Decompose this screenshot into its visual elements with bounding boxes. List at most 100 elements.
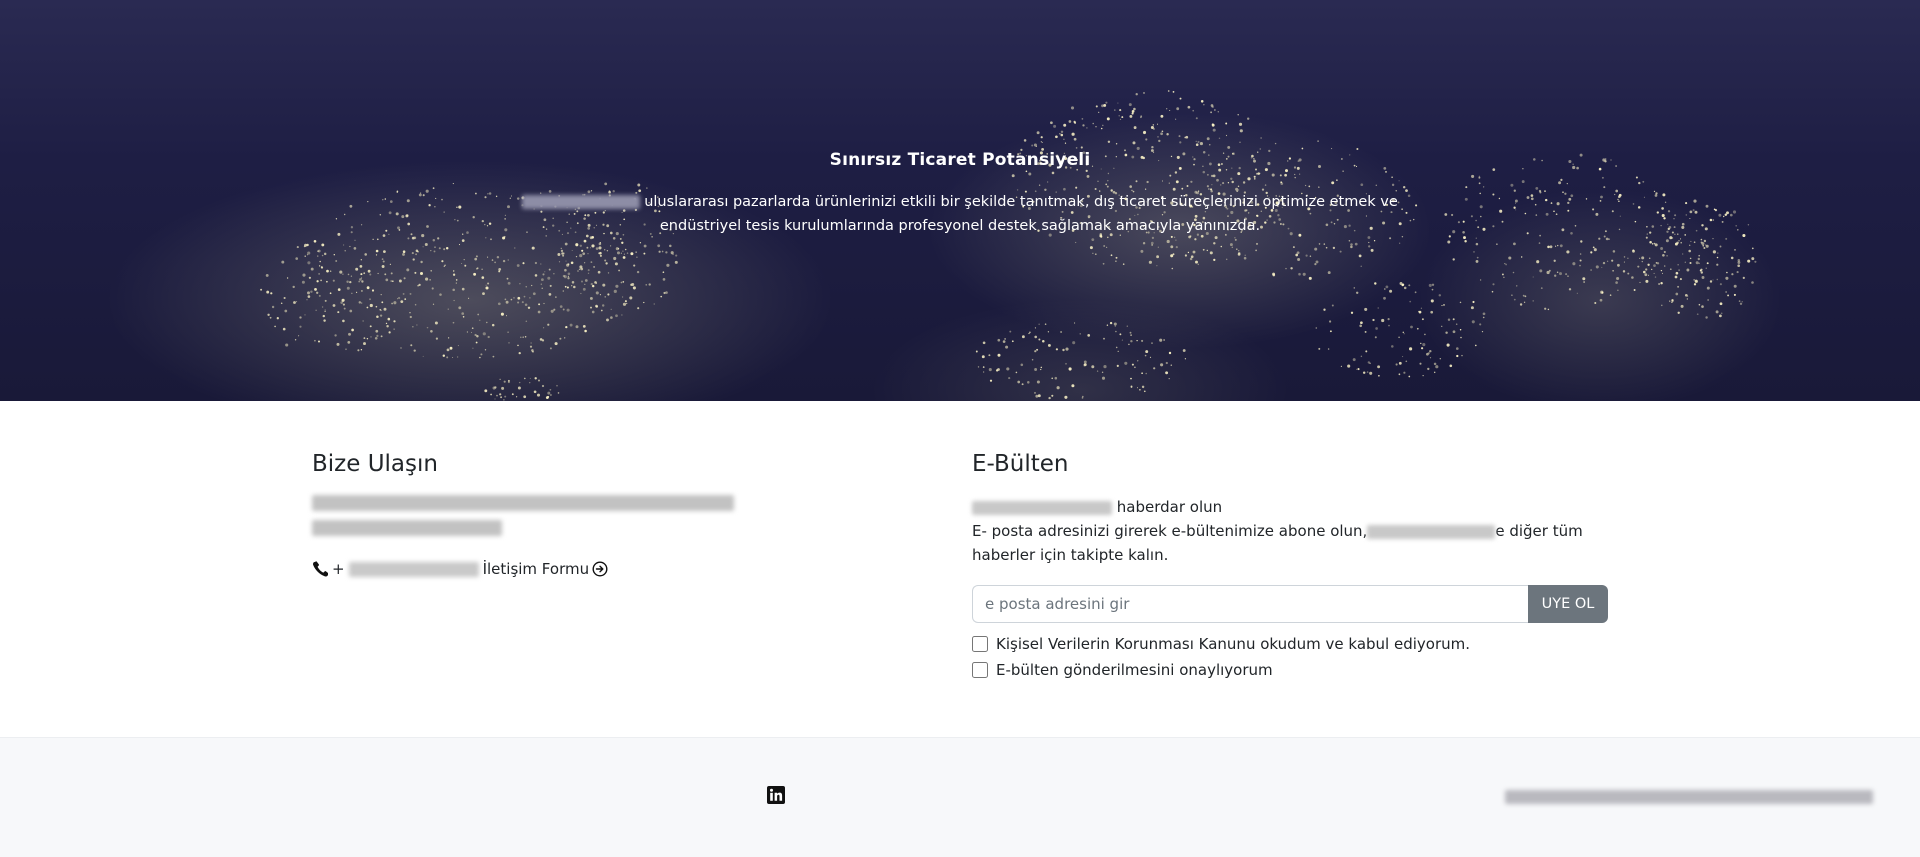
city-light — [1086, 127, 1088, 129]
city-light — [1362, 371, 1366, 374]
newsletter-consent-row[interactable]: E-bülten gönderilmesini onaylıyorum — [972, 661, 1608, 679]
city-light — [402, 252, 405, 256]
contact-form-link[interactable]: İletişim Formu — [483, 560, 609, 578]
city-light — [432, 239, 436, 242]
city-light — [1237, 172, 1241, 176]
city-light — [591, 244, 595, 248]
hero-title: Sınırsız Ticaret Potansiyeli — [829, 150, 1091, 170]
city-light — [523, 395, 527, 399]
city-light — [1309, 255, 1312, 258]
city-light — [1029, 331, 1031, 334]
city-light — [1056, 386, 1060, 390]
city-light — [1385, 171, 1387, 173]
city-light — [1424, 333, 1426, 336]
city-light — [598, 246, 602, 250]
city-light — [337, 311, 340, 314]
city-light — [1165, 361, 1168, 365]
newsletter-intro: haberdar olun — [972, 495, 1608, 519]
city-light — [1038, 338, 1041, 341]
kvkk-link[interactable]: Kişisel Verilerin Korunması — [996, 635, 1194, 653]
city-light — [580, 292, 582, 295]
redacted-phone-number[interactable] — [348, 561, 479, 577]
city-light — [349, 245, 351, 248]
city-light — [1719, 283, 1722, 286]
city-light — [1644, 273, 1648, 277]
city-light — [1512, 271, 1515, 274]
city-light — [426, 225, 429, 228]
phone-prefix: + — [332, 560, 345, 578]
kvkk-consent-row[interactable]: Kişisel Verilerin Korunması Kanunu okudu… — [972, 635, 1608, 653]
city-light — [1364, 330, 1367, 333]
city-light — [1673, 217, 1675, 220]
city-light — [363, 342, 366, 346]
subscribe-button[interactable]: UYE OL — [1528, 585, 1608, 623]
city-light — [1593, 248, 1597, 252]
city-light — [475, 341, 478, 344]
newsletter-consent-checkbox[interactable] — [972, 662, 988, 678]
city-light — [425, 277, 429, 281]
city-light — [542, 273, 545, 276]
city-light — [1452, 330, 1456, 334]
city-light — [421, 234, 425, 238]
city-light — [1663, 265, 1666, 267]
city-light — [1168, 377, 1170, 380]
city-light — [1535, 214, 1538, 216]
city-light — [1471, 320, 1475, 324]
city-light — [1734, 248, 1736, 251]
newsletter-title: E-Bülten — [972, 451, 1069, 477]
city-light — [1243, 256, 1247, 260]
city-light — [1733, 293, 1736, 296]
city-light — [1476, 256, 1479, 259]
city-light — [1513, 206, 1516, 209]
city-light — [1297, 258, 1301, 261]
city-light — [543, 302, 545, 305]
city-light — [1590, 251, 1593, 254]
city-light — [380, 293, 382, 296]
city-light — [1151, 342, 1153, 344]
city-light — [1685, 214, 1688, 216]
city-light — [989, 379, 993, 382]
email-input[interactable] — [972, 585, 1528, 623]
city-light — [1601, 291, 1604, 294]
city-light — [1157, 136, 1159, 138]
city-light — [1040, 141, 1043, 143]
city-light — [599, 242, 601, 244]
city-light — [456, 356, 459, 358]
city-light — [1689, 261, 1692, 265]
city-light — [1447, 240, 1451, 244]
city-light — [499, 378, 501, 380]
city-light — [1238, 122, 1243, 126]
city-light — [442, 354, 445, 357]
city-light — [491, 323, 495, 327]
city-light — [1366, 371, 1369, 373]
city-light — [622, 296, 624, 298]
city-light — [1176, 107, 1180, 111]
kvkk-checkbox[interactable] — [972, 636, 988, 652]
city-light — [518, 381, 521, 384]
city-light — [1169, 109, 1171, 112]
city-light — [1539, 269, 1543, 273]
city-light — [1479, 205, 1483, 209]
city-light — [1538, 242, 1541, 244]
city-light — [1513, 189, 1516, 192]
city-light — [1737, 261, 1741, 264]
city-light — [1083, 363, 1086, 366]
city-light — [1403, 286, 1407, 290]
city-light — [435, 197, 437, 199]
city-light — [1725, 291, 1727, 293]
city-light — [1101, 376, 1106, 380]
city-light — [1416, 327, 1419, 330]
city-light — [393, 301, 397, 305]
city-light — [1271, 173, 1275, 177]
city-light — [1242, 181, 1246, 184]
city-light — [310, 267, 314, 271]
city-light — [292, 285, 295, 289]
city-light — [458, 244, 461, 246]
city-light — [1192, 250, 1196, 254]
city-light — [553, 273, 555, 275]
city-light — [1255, 242, 1259, 245]
linkedin-icon[interactable] — [767, 786, 785, 804]
city-light — [639, 242, 642, 244]
city-light — [540, 283, 542, 285]
city-light — [270, 292, 273, 295]
